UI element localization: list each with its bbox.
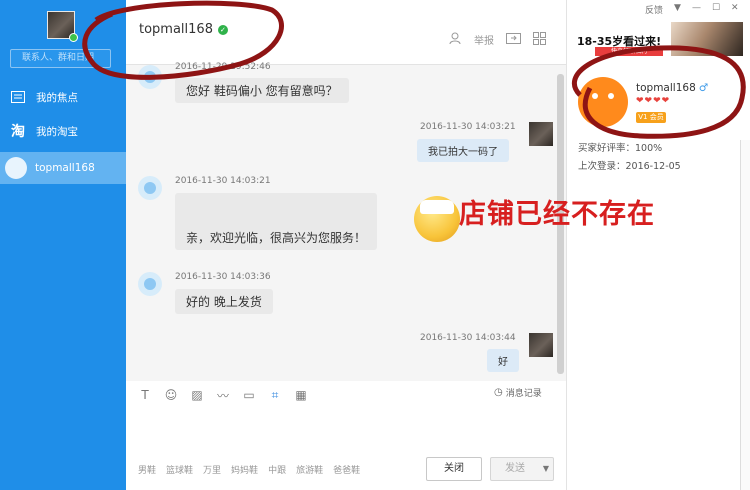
last-login: 上次登录：2016-12-05 xyxy=(578,161,681,172)
folder-icon[interactable] xyxy=(506,32,521,47)
contact-search-input[interactable]: 联系人、群和日期 xyxy=(10,49,111,68)
minimize-icon[interactable]: — xyxy=(692,3,701,16)
message-timestamp: 2016-11-30 14:03:21 xyxy=(420,122,516,132)
table-icon[interactable]: ▦ xyxy=(294,388,308,402)
taobao-icon: 淘 xyxy=(11,124,25,140)
credit-hearts-icon: ❤❤❤❤ xyxy=(636,96,671,106)
close-button[interactable]: 关闭 xyxy=(426,457,482,481)
shop-name-text: topmall168 xyxy=(636,82,696,94)
close-icon[interactable]: ✕ xyxy=(731,3,739,16)
sidebar-item-topmall168[interactable]: topmall168 xyxy=(0,152,126,184)
send-button[interactable]: 发送 ▼ xyxy=(490,457,554,481)
bot-avatar-icon xyxy=(5,157,27,179)
shop-closed-notice: 店铺已经不存在 xyxy=(459,199,655,230)
message-timestamp: 2016-11-30 14:03:44 xyxy=(420,333,516,343)
clock-icon: ◷ xyxy=(494,387,503,398)
quick-tag[interactable]: 中跟 xyxy=(268,463,286,476)
verified-icon: ✓ xyxy=(217,24,228,35)
quick-tag[interactable]: 妈妈鞋 xyxy=(231,463,258,476)
font-icon[interactable]: T xyxy=(138,388,152,402)
message-timestamp: 2016-11-30 14:03:21 xyxy=(175,176,271,186)
sidebar-item-focus[interactable]: 我的焦点 xyxy=(0,81,126,113)
history-label: 消息记录 xyxy=(505,389,542,399)
chat-title: topmall168 ✓ xyxy=(139,22,228,37)
male-icon: ♂ xyxy=(698,82,709,94)
chart-icon[interactable]: 〰 xyxy=(216,387,230,404)
message-bubble: 亲，欢迎光临，很高兴为您服务！ xyxy=(175,193,378,250)
buyer-rating: 买家好评率：100% xyxy=(578,143,663,154)
ad-banner[interactable]: 18-35岁看过来! 快来领取福利 xyxy=(575,22,743,56)
add-contact-icon[interactable] xyxy=(448,31,462,48)
quick-tag[interactable]: 篮球鞋 xyxy=(166,463,193,476)
quick-tag[interactable]: 爸爸鞋 xyxy=(333,463,360,476)
comment-icon[interactable]: ▭ xyxy=(242,388,256,402)
ad-subtext: 快来领取福利 xyxy=(595,47,663,56)
shop-avatar[interactable] xyxy=(578,77,628,127)
image-icon[interactable]: ▨ xyxy=(190,388,204,402)
quick-tags: 男鞋 篮球鞋 万里 妈妈鞋 中跟 旅游鞋 爸爸鞋 xyxy=(138,463,370,476)
shop-name[interactable]: topmall168 ♂ xyxy=(636,82,708,94)
chevron-down-icon[interactable]: ▼ xyxy=(543,458,549,480)
user-avatar[interactable] xyxy=(47,11,78,42)
bot-avatar-icon xyxy=(138,65,162,89)
report-button[interactable]: 举报 xyxy=(474,32,494,47)
user-avatar xyxy=(529,122,553,146)
right-panel-divider xyxy=(566,0,567,490)
focus-icon xyxy=(10,89,26,105)
message-bubble: 您好 鞋码偏小 您有留意吗？ xyxy=(175,78,349,103)
window-controls: 反馈 ▼ — ☐ ✕ xyxy=(645,3,750,16)
quick-tag[interactable]: 万里 xyxy=(203,463,221,476)
message-bubble: 我已拍大一码了 xyxy=(417,139,509,162)
quick-tag[interactable]: 男鞋 xyxy=(138,463,156,476)
vip-badge: V1 会员 xyxy=(636,112,666,123)
message-timestamp: 2016-11-30 14:03:36 xyxy=(175,272,271,282)
bot-avatar-icon xyxy=(138,176,162,200)
emoji-icon[interactable]: ☺ xyxy=(164,388,178,402)
online-status-icon xyxy=(69,33,78,42)
user-avatar xyxy=(529,333,553,357)
quick-tag[interactable]: 旅游鞋 xyxy=(296,463,323,476)
sidebar: 联系人、群和日期 我的焦点 淘 我的淘宝 topmall168 xyxy=(0,0,126,490)
chat-title-text: topmall168 xyxy=(139,22,213,37)
ad-image xyxy=(671,22,743,56)
send-label: 发送 xyxy=(505,463,525,474)
header-toolbar: 举报 xyxy=(448,31,558,48)
message-history-button[interactable]: ◷ 消息记录 xyxy=(494,386,542,399)
sidebar-item-label: topmall168 xyxy=(35,162,95,174)
bot-avatar-icon xyxy=(138,272,162,296)
apps-grid-icon[interactable] xyxy=(533,31,546,48)
right-panel-edge xyxy=(740,140,750,490)
sidebar-item-label: 我的淘宝 xyxy=(36,125,78,138)
sidebar-item-label: 我的焦点 xyxy=(36,91,78,104)
message-bubble: 好的 晚上发货 xyxy=(175,289,273,314)
emoji-sticker-icon xyxy=(414,196,460,242)
feedback-link[interactable]: 反馈 xyxy=(645,3,663,16)
message-timestamp: 2016-11-29 19:52:46 xyxy=(175,62,271,72)
maximize-icon[interactable]: ☐ xyxy=(712,3,720,16)
message-bubble: 好 xyxy=(487,349,519,372)
chevron-down-icon[interactable]: ▼ xyxy=(674,3,681,16)
sidebar-item-taobao[interactable]: 淘 我的淘宝 xyxy=(0,115,126,147)
crop-icon[interactable]: ⌗ xyxy=(268,388,282,403)
